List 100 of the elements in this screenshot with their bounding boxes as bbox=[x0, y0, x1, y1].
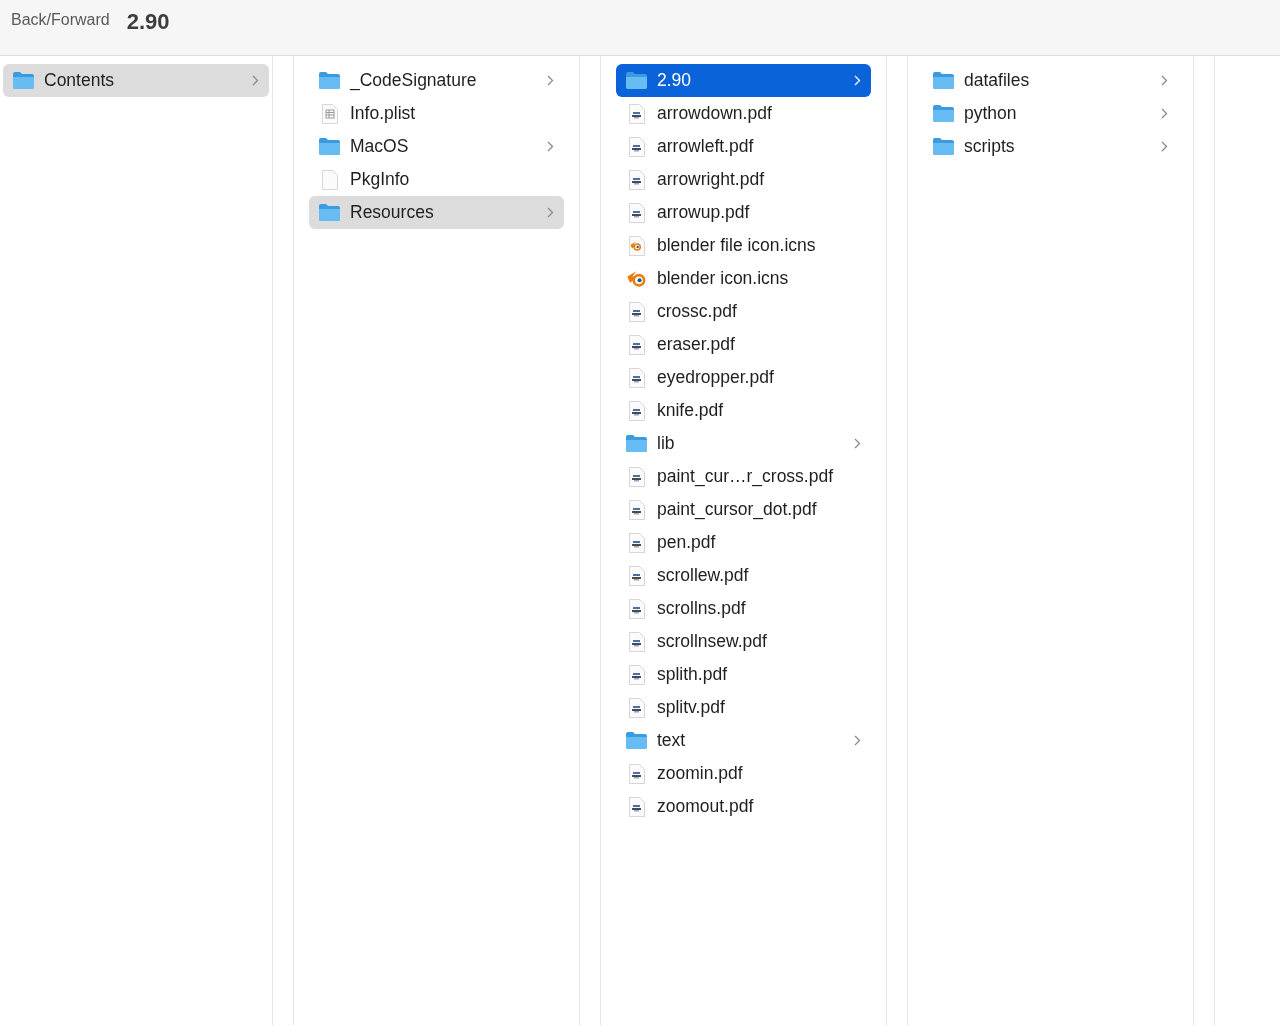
file-row[interactable]: paint_cur…r_cross.pdf bbox=[616, 460, 871, 493]
file-name: python bbox=[964, 102, 1018, 126]
chevron-right-icon bbox=[547, 207, 554, 218]
file-row[interactable]: scrollew.pdf bbox=[616, 559, 871, 592]
file-name: arrowright.pdf bbox=[657, 168, 765, 192]
folder-icon bbox=[932, 137, 955, 156]
folder-icon bbox=[625, 71, 648, 90]
blender-logo-icon bbox=[625, 269, 648, 288]
file-name: crossc.pdf bbox=[657, 300, 738, 324]
pdf-document-icon bbox=[627, 498, 646, 521]
pdf-document-icon bbox=[627, 465, 646, 488]
file-name: datafiles bbox=[964, 69, 1031, 93]
file-name: zoomin.pdf bbox=[657, 762, 744, 786]
file-name: scrollnsew.pdf bbox=[657, 630, 768, 654]
file-row[interactable]: blender icon.icns bbox=[616, 262, 871, 295]
file-name: 2.90 bbox=[657, 69, 693, 93]
file-name: scrollew.pdf bbox=[657, 564, 750, 588]
blender-document-icon bbox=[627, 234, 646, 257]
chevron-right-icon bbox=[854, 735, 861, 746]
pdf-document-icon bbox=[627, 597, 646, 620]
pdf-document-icon bbox=[627, 663, 646, 686]
file-row[interactable]: scrollnsew.pdf bbox=[616, 625, 871, 658]
pdf-document-icon bbox=[627, 564, 646, 587]
pdf-document-icon bbox=[627, 366, 646, 389]
file-row[interactable]: datafiles bbox=[923, 64, 1178, 97]
file-row[interactable]: lib bbox=[616, 427, 871, 460]
file-row[interactable]: scripts bbox=[923, 130, 1178, 163]
file-name: zoomout.pdf bbox=[657, 795, 755, 819]
file-row[interactable]: python bbox=[923, 97, 1178, 130]
pdf-document-icon bbox=[627, 168, 646, 191]
file-row[interactable]: eyedropper.pdf bbox=[616, 361, 871, 394]
file-name: MacOS bbox=[350, 135, 410, 159]
folder-icon bbox=[932, 71, 955, 90]
file-name: arrowdown.pdf bbox=[657, 102, 773, 126]
file-name: paint_cur…r_cross.pdf bbox=[657, 465, 835, 489]
file-row[interactable]: crossc.pdf bbox=[616, 295, 871, 328]
file-row[interactable]: blender file icon.icns bbox=[616, 229, 871, 262]
file-name: knife.pdf bbox=[657, 399, 725, 423]
chevron-right-icon bbox=[1161, 108, 1168, 119]
file-name: Info.plist bbox=[350, 102, 417, 126]
pdf-document-icon bbox=[627, 762, 646, 785]
pdf-document-icon bbox=[627, 795, 646, 818]
file-name: blender icon.icns bbox=[657, 267, 790, 291]
file-row[interactable]: _CodeSignature bbox=[309, 64, 564, 97]
file-row[interactable]: Contents bbox=[3, 64, 269, 97]
folder-icon bbox=[932, 104, 955, 123]
file-row[interactable]: Info.plist bbox=[309, 97, 564, 130]
file-row[interactable]: text bbox=[616, 724, 871, 757]
folder-icon bbox=[318, 71, 341, 90]
blank-document-icon bbox=[320, 168, 339, 191]
pdf-document-icon bbox=[627, 399, 646, 422]
file-name: paint_cursor_dot.pdf bbox=[657, 498, 818, 522]
chevron-right-icon bbox=[252, 75, 259, 86]
file-row[interactable]: splitv.pdf bbox=[616, 691, 871, 724]
file-name: eyedropper.pdf bbox=[657, 366, 775, 390]
file-row[interactable]: arrowup.pdf bbox=[616, 196, 871, 229]
file-row[interactable]: Resources bbox=[309, 196, 564, 229]
file-row[interactable]: eraser.pdf bbox=[616, 328, 871, 361]
pdf-document-icon bbox=[627, 135, 646, 158]
folder-icon bbox=[12, 71, 35, 90]
chevron-right-icon bbox=[1161, 75, 1168, 86]
list-document-icon bbox=[320, 102, 339, 125]
file-row[interactable]: knife.pdf bbox=[616, 394, 871, 427]
file-name: Contents bbox=[44, 69, 116, 93]
file-name: splith.pdf bbox=[657, 663, 729, 687]
chevron-right-icon bbox=[854, 438, 861, 449]
pdf-document-icon bbox=[627, 333, 646, 356]
pdf-document-icon bbox=[627, 102, 646, 125]
folder-icon bbox=[625, 434, 648, 453]
file-row[interactable]: arrowdown.pdf bbox=[616, 97, 871, 130]
pdf-document-icon bbox=[627, 300, 646, 323]
file-row[interactable]: paint_cursor_dot.pdf bbox=[616, 493, 871, 526]
pdf-document-icon bbox=[627, 696, 646, 719]
file-row[interactable]: zoomin.pdf bbox=[616, 757, 871, 790]
file-row[interactable]: splith.pdf bbox=[616, 658, 871, 691]
file-row[interactable]: arrowleft.pdf bbox=[616, 130, 871, 163]
file-row[interactable]: scrollns.pdf bbox=[616, 592, 871, 625]
file-name: text bbox=[657, 729, 687, 753]
folder-icon bbox=[318, 203, 341, 222]
back-forward-label[interactable]: Back/Forward bbox=[11, 8, 110, 32]
file-name: splitv.pdf bbox=[657, 696, 726, 720]
file-row[interactable]: MacOS bbox=[309, 130, 564, 163]
file-name: arrowup.pdf bbox=[657, 201, 751, 225]
file-row[interactable]: PkgInfo bbox=[309, 163, 564, 196]
file-row[interactable]: zoomout.pdf bbox=[616, 790, 871, 823]
file-row[interactable]: pen.pdf bbox=[616, 526, 871, 559]
window-title: 2.90 bbox=[126, 8, 170, 36]
file-name: pen.pdf bbox=[657, 531, 717, 555]
folder-icon bbox=[625, 731, 648, 750]
chevron-right-icon bbox=[547, 75, 554, 86]
chevron-right-icon bbox=[547, 141, 554, 152]
file-row[interactable]: 2.90 bbox=[616, 64, 871, 97]
file-name: blender file icon.icns bbox=[657, 234, 817, 258]
file-name: arrowleft.pdf bbox=[657, 135, 755, 159]
file-row[interactable]: arrowright.pdf bbox=[616, 163, 871, 196]
file-name: scripts bbox=[964, 135, 1016, 159]
file-name: _CodeSignature bbox=[350, 69, 478, 93]
chevron-right-icon bbox=[854, 75, 861, 86]
file-name: eraser.pdf bbox=[657, 333, 736, 357]
folder-icon bbox=[318, 137, 341, 156]
